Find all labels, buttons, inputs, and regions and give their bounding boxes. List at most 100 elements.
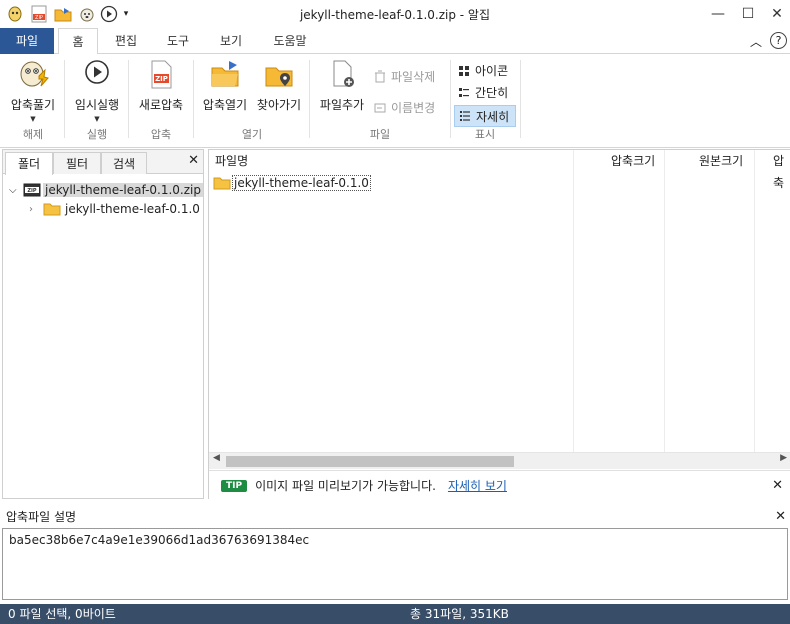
status-bar: 0 파일 선택, 0바이트 총 31파일, 351KB [0,604,790,624]
group-label-open: 열기 [241,128,263,141]
tree-item-archive[interactable]: ⌵ ZIP jekyll-theme-leaf-0.1.0.zip [9,181,203,199]
add-file-icon [326,58,358,90]
rename-button[interactable]: 이름변경 [374,99,435,116]
ribbon-tabs: 파일 홈 편집 도구 보기 도움말 ︿ ? [0,28,790,55]
folder-open-icon [209,58,241,90]
svg-text:ZIP: ZIP [27,188,36,194]
tab-tools[interactable]: 도구 [158,28,198,54]
add-file-label: 파일추가 [319,98,365,112]
tip-text: 이미지 파일 미리보기가 가능합니다. [255,479,436,493]
new-zip-label: 새로압축 [138,98,184,112]
group-label-run: 실행 [86,128,108,141]
file-name-cell: jekyll-theme-leaf-0.1.0 [232,174,371,191]
ribbon-separator [309,60,310,138]
tip-detail-link[interactable]: 자세히 보기 [448,477,507,494]
view-icon-label: 아이콘 [475,64,509,78]
description-title: 압축파일 설명 [6,510,77,524]
tab-search[interactable]: 검색 [101,152,147,174]
tab-filter[interactable]: 필터 [53,152,101,174]
tab-help[interactable]: 도움말 [267,28,313,54]
description-textbox[interactable]: ba5ec38b6e7c4a9e1e39066d1ad36763691384ec [2,528,788,600]
column-header-ratio[interactable]: 압축 [773,150,790,190]
find-button[interactable]: 찾아가기 [252,58,306,113]
tab-edit[interactable]: 편집 [106,28,146,54]
minimize-button[interactable]: — [706,4,730,24]
window-title: jekyll-theme-leaf-0.1.0.zip - 알집 [299,8,491,22]
ribbon-separator [64,60,65,138]
chevron-down-icon: ▼ [30,115,36,123]
column-header-compressed-size[interactable]: 압축크기 [611,150,655,172]
ribbon-collapse-icon[interactable]: ︿ [750,33,762,50]
tab-view[interactable]: 보기 [211,28,251,54]
add-file-button[interactable]: 파일추가 [314,58,370,113]
view-simple-button[interactable]: 간단히 [458,84,508,101]
title-bar: ZIP ▾ jekyll-theme-leaf-0.1.0.zip - 알집 —… [0,0,790,28]
details-icon [460,111,470,121]
ribbon-separator [128,60,129,138]
zip-file-icon: ZIP [145,58,177,90]
folder-icon [43,203,61,216]
run-temp-button[interactable]: 임시실행 ▼ [70,58,124,123]
tree-item-label: jekyll-theme-leaf-0.1.0.zip [43,183,203,197]
chevron-down-icon[interactable]: ⌵ [9,185,23,196]
open-zip-label: 압축열기 [202,98,248,112]
folder-panel-tabs: 폴더 필터 검색 ✕ [3,150,203,175]
ribbon-separator [520,60,521,138]
column-divider [664,150,665,452]
zip-archive-icon: ZIP [23,183,41,197]
chevron-right-icon[interactable]: › [29,204,43,215]
column-header-original-size[interactable]: 원본크기 [699,150,743,172]
help-icon[interactable]: ? [770,32,787,49]
group-label-compress: 압축 [150,128,172,141]
tab-file[interactable]: 파일 [0,28,54,54]
maximize-button[interactable]: ☐ [736,4,760,24]
chevron-down-icon: ▼ [94,115,100,123]
folder-location-icon [263,58,295,90]
close-icon[interactable]: ✕ [775,506,786,528]
horizontal-scrollbar[interactable]: ◀ ▶ [209,452,790,469]
view-icon-button[interactable]: 아이콘 [458,62,508,79]
grid-icon [459,65,469,76]
table-row[interactable]: jekyll-theme-leaf-0.1.0 [213,174,371,191]
rename-label: 이름변경 [391,101,436,115]
delete-file-button[interactable]: 파일삭제 [374,68,435,85]
close-button[interactable]: ✕ [765,4,789,24]
new-zip-button[interactable]: ZIP 새로압축 [134,58,188,113]
ribbon-separator [193,60,194,138]
scrollbar-thumb[interactable] [226,456,514,467]
close-icon[interactable]: ✕ [772,478,783,493]
scroll-right-icon[interactable]: ▶ [780,453,787,463]
group-label-extract: 해제 [22,128,44,141]
file-list-panel: 파일명 압축크기 원본크기 압축 jekyll-theme-leaf-0.1.0… [208,149,790,499]
column-header-name[interactable]: 파일명 [215,150,248,172]
view-detail-button[interactable]: 자세히 [454,105,516,127]
column-divider [573,150,574,452]
tab-folder[interactable]: 폴더 [5,152,53,175]
tree-item-label: jekyll-theme-leaf-0.1.0 [65,202,200,216]
status-total: 총 31파일, 351KB [410,607,509,621]
ribbon-separator [450,60,451,138]
status-selection: 0 파일 선택, 0바이트 [8,607,116,621]
svg-text:ZIP: ZIP [155,75,168,83]
find-label: 찾아가기 [256,98,302,112]
run-temp-label: 임시실행 [74,98,120,112]
trash-icon [375,70,385,83]
column-divider [754,150,755,452]
open-zip-button[interactable]: 압축열기 [198,58,252,113]
folder-panel: 폴더 필터 검색 ✕ ⌵ ZIP jekyll-theme-leaf-0.1.0… [2,149,204,499]
play-icon [81,58,113,90]
close-icon[interactable]: ✕ [188,153,199,168]
view-simple-label: 간단히 [475,86,509,100]
group-label-view: 표시 [474,128,496,141]
extract-button[interactable]: 압축풀기 ▼ [6,58,60,123]
scroll-left-icon[interactable]: ◀ [213,453,220,463]
tab-home[interactable]: 홈 [58,28,98,55]
tree-item-folder[interactable]: › jekyll-theme-leaf-0.1.0 [29,200,200,218]
extract-icon [17,58,49,90]
tip-bar: TIP 이미지 파일 미리보기가 가능합니다. 자세히 보기 ✕ [209,470,790,499]
delete-file-label: 파일삭제 [391,70,436,84]
tip-badge: TIP [221,479,248,492]
list-icon [459,87,469,97]
folder-icon [213,177,231,189]
rename-icon [374,103,386,112]
